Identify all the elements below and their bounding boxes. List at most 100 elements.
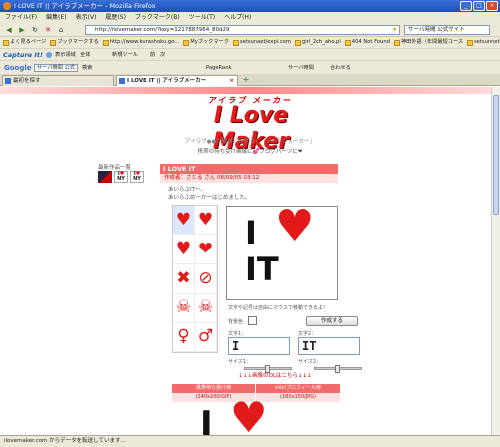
menu-bookmarks[interactable]: ブックマーク(B) xyxy=(135,12,180,23)
menu-tools[interactable]: ツール(T) xyxy=(189,12,215,23)
header-stripe xyxy=(0,87,500,94)
menu-edit[interactable]: 編集(E) xyxy=(46,12,66,23)
download-mixi-size: (180x150/JPG) xyxy=(256,393,340,402)
menu-help[interactable]: ヘルプ(H) xyxy=(224,12,251,23)
prohibited-icon[interactable]: ⊘ xyxy=(195,264,217,294)
bookmark-item[interactable]: setsunnet.info xyxy=(466,37,500,48)
preview-text: I xyxy=(200,404,213,435)
site-tagline: アイラブ●●が簡単に作れる！「アイラブメーカー」 xyxy=(184,139,316,145)
bookmark-item[interactable]: 神田外語（年間最短コース xyxy=(393,37,463,48)
cross-icon[interactable]: ✖ xyxy=(173,264,195,294)
bookmark-item[interactable]: http://www.kurashoku.go... xyxy=(102,37,179,48)
drag-hint: 文字や記号は自由にマウスで移動できるよ！ xyxy=(228,305,328,311)
canvas-heart-icon[interactable]: ♥ xyxy=(275,205,314,249)
menu-history[interactable]: 履歴(S) xyxy=(105,12,126,23)
google-search-input[interactable]: サーバ時間 公式 xyxy=(34,64,78,72)
search-input[interactable]: サーバ時間 公式サイト xyxy=(404,25,490,35)
tab-label: 最初を探す xyxy=(13,78,41,84)
tab-bar: 最初を探す I LOVE IT || アイラブメーカー × + xyxy=(0,74,500,86)
bg-color-picker[interactable] xyxy=(248,316,257,325)
canvas-text-1[interactable]: I xyxy=(245,217,257,249)
download-mixi-tab[interactable]: mixiプロフィール用 xyxy=(256,384,340,393)
folder-icon xyxy=(3,39,9,46)
bookmark-item[interactable]: girl_2ch_aho.pl xyxy=(294,37,341,48)
pole-dancer-icon[interactable]: ♂ xyxy=(195,322,217,352)
size1-slider[interactable] xyxy=(244,365,292,373)
home-icon[interactable]: ⌂ xyxy=(56,25,66,35)
server-time-button[interactable]: サーバ時間 xyxy=(288,61,314,75)
google-toolbar: Google サーバ時間 公式 検索 PageRank サーバ時間 合わせる xyxy=(0,60,500,74)
close-button[interactable]: × xyxy=(486,1,498,11)
bookmark-item[interactable]: 404 Not Found xyxy=(344,37,390,48)
google-logo: Google xyxy=(4,64,32,72)
download-mobile-tab[interactable]: 携帯待ち受け用 xyxy=(172,384,255,393)
page-icon xyxy=(344,39,351,46)
site-tagline-sub: 携帯の待ち受け画像に💕ブログパーツに❤ xyxy=(197,149,303,155)
page-icon xyxy=(393,39,400,46)
scrollbar-thumb[interactable] xyxy=(493,95,499,215)
page-content: アイラブ メーカー I Love Maker アイラブ●●が簡単に作れる！「アイ… xyxy=(0,87,500,435)
bookmark-item[interactable]: Myブックマーク xyxy=(183,37,229,48)
sync-button[interactable]: 合わせる xyxy=(330,61,351,75)
create-button[interactable]: 作成する xyxy=(306,316,358,326)
work-author: 作成者：さとる さん 08/09/05 03:12 xyxy=(160,174,338,183)
skull-crossbones-icon[interactable]: ☠ xyxy=(173,293,195,323)
bookmark-item[interactable]: ブックマークする xyxy=(50,37,99,48)
new-tab-icon[interactable]: + xyxy=(241,76,251,85)
status-bar: ilovemaker.com からデータを転送しています... xyxy=(0,435,500,447)
reload-icon[interactable]: ↻ xyxy=(30,25,40,35)
recent-works-label[interactable]: 最新作品一覧 xyxy=(98,163,131,171)
text1-label: 文字1： xyxy=(228,331,247,337)
window-title: I LOVE IT || アイラブメーカー - Mozilla Firefox xyxy=(14,2,156,10)
tab-ilovemaker[interactable]: I LOVE IT || アイラブメーカー × xyxy=(116,75,238,86)
minimize-button[interactable]: _ xyxy=(460,1,472,11)
folder-icon xyxy=(183,39,190,46)
design-canvas[interactable]: I ♥ IT xyxy=(226,205,338,300)
canvas-text-2[interactable]: IT xyxy=(245,253,279,285)
hearts-icon[interactable]: ❤ xyxy=(195,235,217,265)
window-titlebar: I LOVE IT || アイラブメーカー - Mozilla Firefox … xyxy=(0,0,500,12)
close-tab-icon[interactable]: × xyxy=(229,76,234,86)
capture-toolbar: Capture It! 表示領域 全体 新規ツール 前 次 xyxy=(0,48,500,60)
tab-label: I LOVE IT || アイラブメーカー xyxy=(127,78,207,84)
bookmarks-toolbar: よく見るページ ブックマークする http://www.kurashoku.go… xyxy=(0,37,500,48)
window-controls: _ □ × xyxy=(460,1,498,11)
menu-bar: ファイル(F) 編集(E) 表示(V) 履歴(S) ブックマーク(B) ツール(… xyxy=(0,12,500,23)
size1-label: サイズ1： xyxy=(228,359,252,365)
bookmark-item[interactable]: よく見るページ xyxy=(3,37,46,48)
text2-input[interactable]: IT xyxy=(298,337,360,355)
work-title-header: I LOVE IT xyxy=(160,164,338,174)
google-search-button[interactable]: 検索 xyxy=(82,61,92,75)
heart-outline-icon[interactable]: ♥ xyxy=(195,206,217,236)
camera-icon[interactable] xyxy=(46,52,52,58)
skull-icon[interactable]: ☠ xyxy=(195,293,217,323)
menu-view[interactable]: 表示(V) xyxy=(76,12,97,23)
status-text: ilovemaker.com からデータを転送しています... xyxy=(4,438,126,444)
page-icon xyxy=(102,39,109,46)
recent-thumbnail[interactable] xyxy=(98,171,112,183)
bookmark-item[interactable]: setsunaet/expi.com xyxy=(232,37,291,48)
broken-heart-icon[interactable]: ♥ xyxy=(173,235,195,265)
size2-slider[interactable] xyxy=(314,365,362,373)
vertical-scrollbar[interactable] xyxy=(491,87,500,435)
tab-first[interactable]: 最初を探す xyxy=(2,75,114,86)
navigation-bar: ◀ ▶ ↻ ✕ ⌂ http://ilovemaker.com/?key=121… xyxy=(0,23,500,37)
heart-icon[interactable]: ♥ xyxy=(173,206,195,236)
bookmark-star-icon[interactable]: ★ xyxy=(392,26,397,34)
text1-input[interactable]: I xyxy=(228,337,290,355)
tab-favicon xyxy=(5,78,11,84)
back-icon[interactable]: ◀ xyxy=(3,25,15,35)
recent-thumbnail[interactable]: I♥ NY xyxy=(130,171,144,183)
work-description: あいらぶめーかーはじめました。 xyxy=(168,195,251,201)
page-icon xyxy=(294,39,301,46)
maximize-button[interactable]: □ xyxy=(473,1,485,11)
menu-file[interactable]: ファイル(F) xyxy=(5,12,37,23)
url-field[interactable]: http://ilovemaker.com/?key=1217887964_80… xyxy=(85,25,400,35)
recent-thumbnail[interactable]: I♥ NY xyxy=(114,171,128,183)
firefox-icon xyxy=(3,2,11,10)
search-text: サーバ時間 公式サイト xyxy=(408,27,465,33)
stop-icon[interactable]: ✕ xyxy=(43,25,53,35)
dancer-icon[interactable]: ♀ xyxy=(173,322,195,352)
forward-icon[interactable]: ▶ xyxy=(17,25,27,35)
symbol-palette: ♥ ♥ ♥ ❤ ✖ ⊘ ☠ ☠ ♀ ♂ xyxy=(172,205,218,353)
